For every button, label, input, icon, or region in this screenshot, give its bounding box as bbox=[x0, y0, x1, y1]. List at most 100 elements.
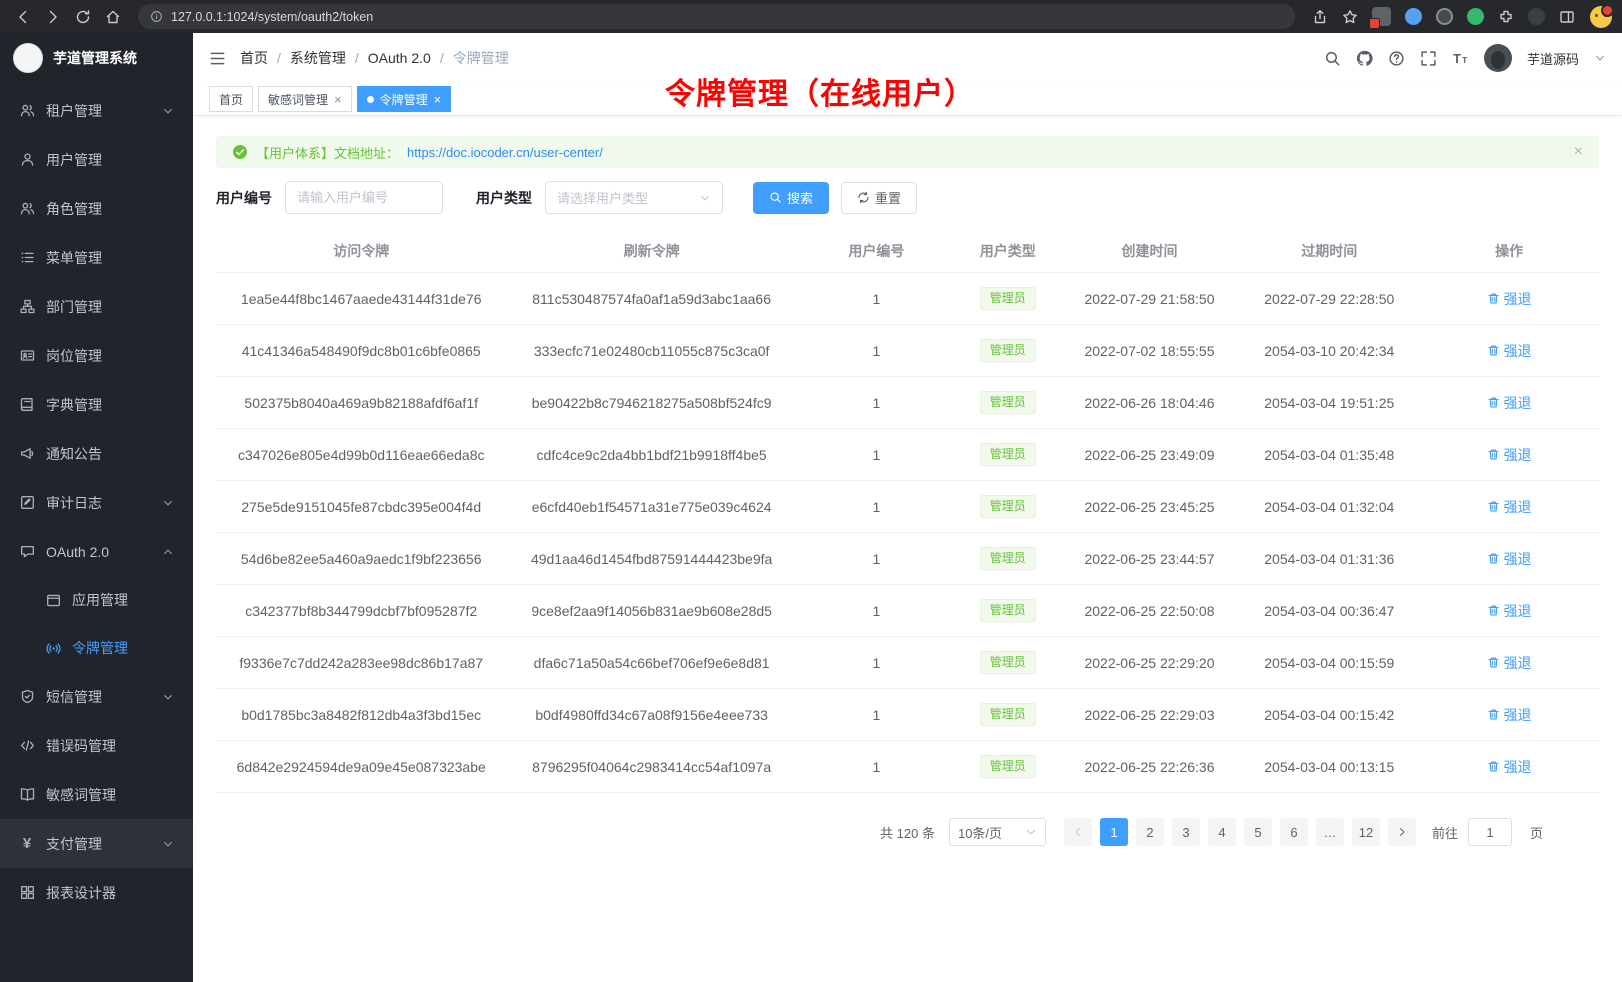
force-logout-button[interactable]: 强退 bbox=[1487, 549, 1532, 569]
extensions-puzzle-icon[interactable] bbox=[1493, 4, 1519, 30]
chevron-down-icon[interactable] bbox=[1594, 52, 1606, 64]
sidebar-item[interactable]: 字典管理 bbox=[0, 380, 193, 429]
close-icon[interactable]: × bbox=[434, 93, 442, 106]
share-icon[interactable] bbox=[1307, 4, 1333, 30]
create-time-cell: 2022-06-25 22:29:20 bbox=[1060, 637, 1240, 689]
tab-item[interactable]: 首页 bbox=[209, 86, 253, 112]
app-window-icon bbox=[45, 593, 61, 608]
alert-link[interactable]: https://doc.iocoder.cn/user-center/ bbox=[407, 145, 603, 160]
forward-icon[interactable] bbox=[40, 4, 66, 30]
expire-time-cell: 2054-03-10 20:42:34 bbox=[1239, 325, 1419, 377]
force-logout-button[interactable]: 强退 bbox=[1487, 653, 1532, 673]
sidebar-item[interactable]: 部门管理 bbox=[0, 282, 193, 331]
active-tab-dot bbox=[367, 96, 374, 103]
sidebar-subitem[interactable]: 应用管理 bbox=[0, 576, 193, 624]
site-info-icon[interactable] bbox=[150, 10, 163, 23]
search-button[interactable]: 搜索 bbox=[753, 182, 829, 214]
pagination-next[interactable] bbox=[1388, 818, 1416, 846]
sidebar-item[interactable]: 岗位管理 bbox=[0, 331, 193, 380]
profile-avatar[interactable] bbox=[1590, 6, 1612, 28]
search-button-label: 搜索 bbox=[787, 188, 813, 207]
page-size-select[interactable]: 10条/页 bbox=[949, 818, 1046, 846]
trash-icon bbox=[1487, 500, 1500, 513]
sidebar-subitem[interactable]: 令牌管理 bbox=[0, 624, 193, 672]
create-time-cell: 2022-07-29 21:58:50 bbox=[1060, 273, 1240, 325]
sidebar-toggle-icon[interactable] bbox=[209, 50, 226, 67]
goto-page-input[interactable] bbox=[1468, 818, 1512, 846]
user-id-cell: 1 bbox=[797, 741, 956, 793]
refresh-icon bbox=[857, 191, 870, 204]
sidebar-item-label: 岗位管理 bbox=[46, 346, 102, 366]
sidebar-item[interactable]: 角色管理 bbox=[0, 184, 193, 233]
shield-icon bbox=[19, 689, 35, 704]
force-logout-button[interactable]: 强退 bbox=[1487, 289, 1532, 309]
extension-badge-icon[interactable] bbox=[1372, 7, 1391, 26]
sidebar-item[interactable]: 报表设计器 bbox=[0, 868, 193, 917]
user-id-label: 用户编号 bbox=[216, 188, 272, 208]
search-icon[interactable] bbox=[1324, 50, 1341, 67]
pagination-page[interactable]: 2 bbox=[1136, 818, 1164, 846]
fullscreen-icon[interactable] bbox=[1420, 50, 1437, 67]
sidebar-item[interactable]: 敏感词管理 bbox=[0, 770, 193, 819]
close-icon[interactable]: × bbox=[334, 93, 342, 106]
pagination-prev[interactable] bbox=[1064, 818, 1092, 846]
sidebar-item[interactable]: 短信管理 bbox=[0, 672, 193, 721]
force-logout-button[interactable]: 强退 bbox=[1487, 341, 1532, 361]
dark-extension-icon[interactable] bbox=[1436, 8, 1453, 25]
reload-icon[interactable] bbox=[70, 4, 96, 30]
sidebar-item[interactable]: OAuth 2.0 bbox=[0, 527, 193, 576]
green-extension-icon[interactable] bbox=[1467, 8, 1484, 25]
github-icon[interactable] bbox=[1356, 50, 1373, 67]
back-icon[interactable] bbox=[10, 4, 36, 30]
sidebar-item[interactable]: ¥支付管理 bbox=[0, 819, 193, 868]
force-logout-button[interactable]: 强退 bbox=[1487, 757, 1532, 777]
pagination-page[interactable]: 3 bbox=[1172, 818, 1200, 846]
force-logout-button[interactable]: 强退 bbox=[1487, 445, 1532, 465]
breadcrumb-item[interactable]: 首页 bbox=[240, 48, 268, 68]
force-logout-button[interactable]: 强退 bbox=[1487, 705, 1532, 725]
url-bar[interactable]: 127.0.0.1:1024/system/oauth2/token bbox=[138, 4, 1295, 29]
pagination-ellipsis[interactable]: … bbox=[1316, 818, 1344, 846]
pagination-page[interactable]: 1 bbox=[1100, 818, 1128, 846]
force-logout-label: 强退 bbox=[1504, 757, 1532, 777]
font-size-icon[interactable]: TT bbox=[1452, 50, 1469, 67]
sidebar-item[interactable]: 通知公告 bbox=[0, 429, 193, 478]
force-logout-button[interactable]: 强退 bbox=[1487, 601, 1532, 621]
pagination-page[interactable]: 4 bbox=[1208, 818, 1236, 846]
table-row: f9336e7c7dd242a283ee98dc86b17a87dfa6c71a… bbox=[216, 637, 1599, 689]
force-logout-button[interactable]: 强退 bbox=[1487, 393, 1532, 413]
breadcrumb-item[interactable]: 系统管理 bbox=[290, 48, 346, 68]
reset-button[interactable]: 重置 bbox=[841, 182, 917, 214]
user-name[interactable]: 芋道源码 bbox=[1527, 49, 1579, 68]
pagination-page[interactable]: 6 bbox=[1280, 818, 1308, 846]
table-row: 502375b8040a469a9b82188afdf6af1fbe90422b… bbox=[216, 377, 1599, 429]
tab-item[interactable]: 令牌管理× bbox=[357, 86, 452, 112]
sidebar-item[interactable]: 租户管理 bbox=[0, 86, 193, 135]
table-row: 6d842e2924594de9a09e45e087323abe8796295f… bbox=[216, 741, 1599, 793]
paw-extension-icon[interactable] bbox=[1528, 8, 1545, 25]
sidebar-item[interactable]: 错误码管理 bbox=[0, 721, 193, 770]
user-type-select[interactable]: 请选择用户类型 bbox=[545, 181, 723, 214]
app-logo[interactable]: 芋道管理系统 bbox=[0, 33, 193, 83]
sidebar-item[interactable]: 审计日志 bbox=[0, 478, 193, 527]
pagination-page[interactable]: 5 bbox=[1244, 818, 1272, 846]
expire-time-cell: 2054-03-04 01:32:04 bbox=[1239, 481, 1419, 533]
goto-suffix: 页 bbox=[1530, 823, 1543, 842]
user-avatar[interactable] bbox=[1484, 44, 1512, 72]
breadcrumb-item[interactable]: OAuth 2.0 bbox=[368, 50, 431, 66]
sidebar-item[interactable]: 用户管理 bbox=[0, 135, 193, 184]
pagination-page[interactable]: 12 bbox=[1352, 818, 1380, 846]
access-token-cell: 54d6be82ee5a460a9aedc1f9bf223656 bbox=[216, 533, 506, 585]
help-icon[interactable] bbox=[1388, 50, 1405, 67]
bookmark-star-icon[interactable] bbox=[1337, 4, 1363, 30]
home-icon[interactable] bbox=[100, 4, 126, 30]
side-panel-icon[interactable] bbox=[1554, 4, 1580, 30]
alert-close-icon[interactable]: × bbox=[1574, 144, 1583, 160]
goto-label: 前往 bbox=[1432, 823, 1458, 842]
force-logout-button[interactable]: 强退 bbox=[1487, 497, 1532, 517]
blue-extension-icon[interactable] bbox=[1405, 8, 1422, 25]
user-id-input[interactable] bbox=[285, 181, 443, 214]
sidebar-item-label: OAuth 2.0 bbox=[46, 544, 109, 560]
sidebar-item[interactable]: 菜单管理 bbox=[0, 233, 193, 282]
tab-item[interactable]: 敏感词管理× bbox=[258, 86, 352, 112]
